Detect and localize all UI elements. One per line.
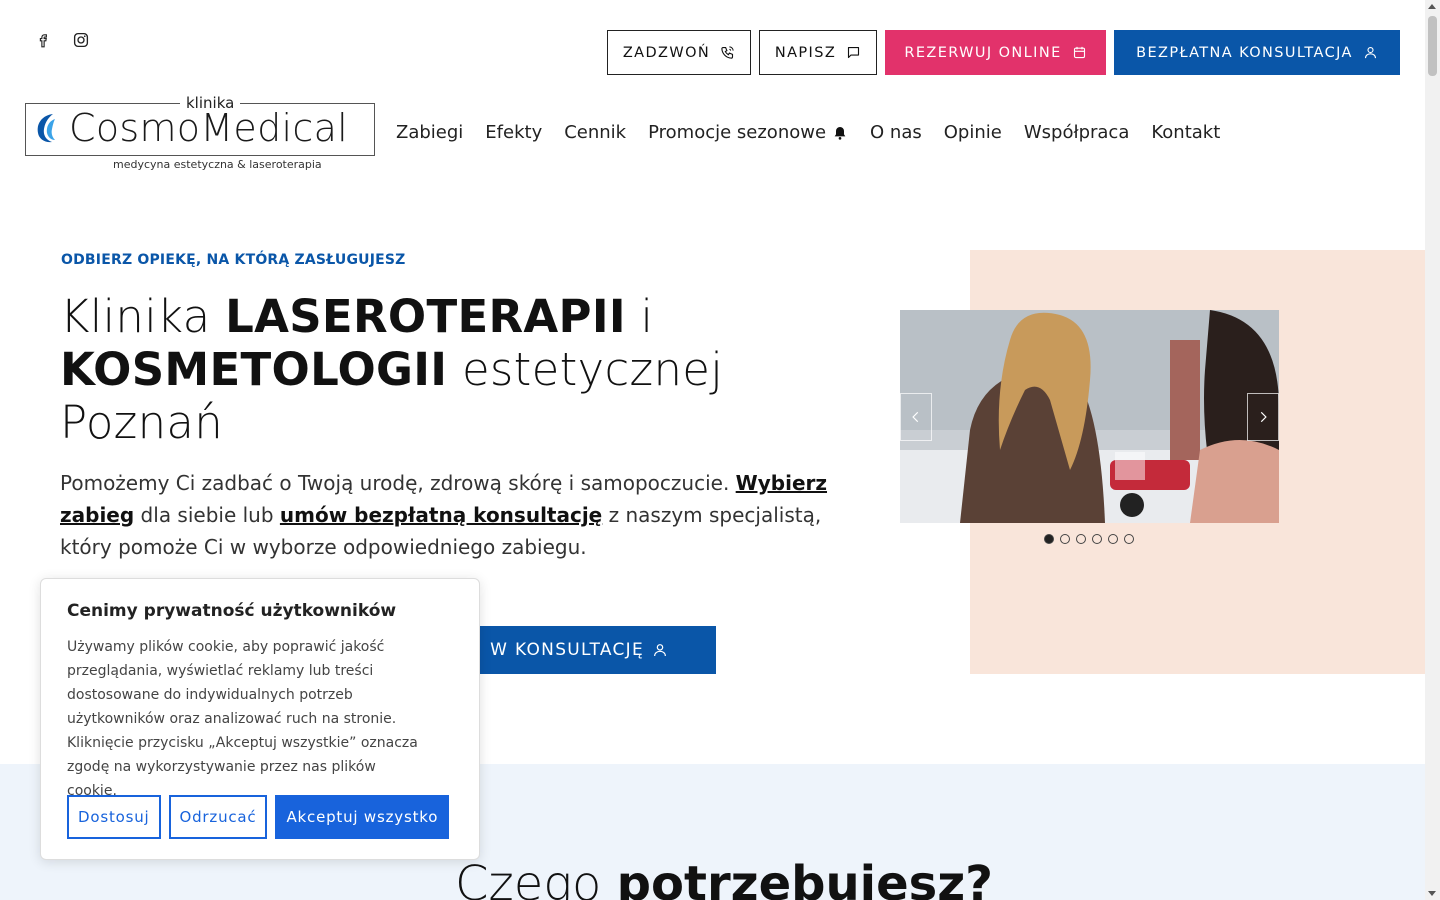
- wave-logo-icon: [37, 114, 55, 143]
- phone-icon: [721, 46, 734, 59]
- main-nav: Zabiegi Efekty Cennik Promocje sezonowe …: [396, 122, 1220, 143]
- nav-item-kontakt[interactable]: Kontakt: [1151, 122, 1220, 143]
- slider-prev-button[interactable]: [900, 393, 932, 441]
- needs-title-part2: potrzebujesz?: [616, 856, 994, 900]
- nav-item-promocje[interactable]: Promocje sezonowe: [648, 122, 848, 143]
- logo-name: CosmoMedical: [69, 106, 349, 150]
- slider-dot-6[interactable]: [1124, 534, 1134, 544]
- scrollbar-thumb[interactable]: [1428, 16, 1437, 76]
- free-consultation-label: BEZPŁATNA KONSULTACJA: [1136, 44, 1353, 61]
- scroll-up-arrow-icon[interactable]: [1428, 4, 1436, 9]
- slider-dots: [1044, 534, 1134, 544]
- cookie-customize-button[interactable]: Dostosuj: [67, 795, 161, 839]
- chevron-right-icon: [1260, 411, 1267, 423]
- logo-brand: CosmoMedical: [33, 106, 348, 150]
- needs-section-title: Czego potrzebujesz?: [455, 856, 993, 900]
- book-online-button[interactable]: REZERWUJ ONLINE: [885, 30, 1106, 75]
- nav-item-promocje-label: Promocje sezonowe: [648, 122, 827, 143]
- consultation-cta-label: W KONSULTACJĘ: [490, 640, 644, 660]
- instagram-icon[interactable]: [71, 30, 91, 50]
- slider-dot-1[interactable]: [1044, 534, 1054, 544]
- call-button-label: ZADZWOŃ: [622, 44, 711, 61]
- top-actions: ZADZWOŃ NAPISZ REZERWUJ ONLINE BEZPŁATNA…: [607, 30, 1400, 75]
- social-links: [33, 30, 91, 50]
- cookie-accept-all-button[interactable]: Akceptuj wszystko: [275, 795, 450, 839]
- calendar-icon: [1073, 46, 1085, 59]
- call-button[interactable]: ZADZWOŃ: [607, 30, 751, 75]
- nav-item-wspolpraca[interactable]: Współpraca: [1024, 122, 1130, 143]
- slider-dot-3[interactable]: [1076, 534, 1086, 544]
- book-online-label: REZERWUJ ONLINE: [904, 44, 1062, 61]
- slider-photo: [900, 310, 1279, 523]
- needs-title-part1: Czego: [455, 856, 617, 900]
- slider-dot-2[interactable]: [1060, 534, 1070, 544]
- book-consultation-link[interactable]: umów bezpłatną konsultację: [280, 503, 602, 527]
- chevron-left-icon: [912, 411, 919, 423]
- hero-title-part4: KOSMETOLOGII: [60, 343, 448, 396]
- cookie-title: Cenimy prywatność użytkowników: [67, 601, 397, 621]
- hero-intro-part2: dla siebie lub: [134, 503, 280, 527]
- free-consultation-button[interactable]: BEZPŁATNA KONSULTACJA: [1114, 30, 1400, 75]
- slider-next-button[interactable]: [1247, 393, 1279, 441]
- hero-title-part2: LASEROTERAPII: [225, 290, 626, 343]
- slider-dot-5[interactable]: [1108, 534, 1118, 544]
- hero-eyebrow: ODBIERZ OPIEKĘ, NA KTÓRĄ ZASŁUGUJESZ: [61, 252, 406, 268]
- hero-intro-part1: Pomożemy Ci zadbać o Twoją urodę, zdrową…: [60, 471, 736, 495]
- user-icon: [654, 644, 666, 657]
- scroll-down-arrow-icon[interactable]: [1428, 891, 1436, 896]
- message-icon: [848, 46, 860, 59]
- hero-title-part1: Klinika: [60, 290, 226, 343]
- cookie-consent-banner: Cenimy prywatność użytkowników Używamy p…: [40, 578, 480, 860]
- cookie-text: Używamy plików cookie, aby poprawić jako…: [67, 639, 418, 799]
- cookie-reject-button[interactable]: Odrzucać: [168, 795, 268, 839]
- hero-intro: Pomożemy Ci zadbać o Twoją urodę, zdrową…: [60, 467, 860, 563]
- page-scrollbar[interactable]: [1425, 0, 1440, 900]
- hero-title-part3: i: [625, 290, 654, 343]
- cookie-buttons: Dostosuj Odrzucać Akceptuj wszystko: [67, 795, 450, 839]
- nav-item-zabiegi[interactable]: Zabiegi: [396, 122, 463, 143]
- site-logo[interactable]: klinika CosmoMedical medycyna estetyczna…: [25, 94, 375, 174]
- consultation-cta-button[interactable]: W KONSULTACJĘ: [440, 626, 716, 674]
- facebook-icon[interactable]: [33, 30, 53, 50]
- bell-icon: [834, 126, 846, 140]
- write-button-label: NAPISZ: [774, 44, 837, 61]
- nav-item-o-nas[interactable]: O nas: [870, 122, 922, 143]
- nav-item-opinie[interactable]: Opinie: [944, 122, 1002, 143]
- hero-title: Klinika LASEROTERAPII i KOSMETOLOGII est…: [60, 290, 820, 449]
- nav-item-efekty[interactable]: Efekty: [485, 122, 542, 143]
- write-button[interactable]: NAPISZ: [759, 30, 877, 75]
- slider-dot-4[interactable]: [1092, 534, 1102, 544]
- logo-tagline: medycyna estetyczna & laseroterapia: [113, 158, 322, 171]
- user-icon: [1364, 46, 1376, 59]
- nav-item-cennik[interactable]: Cennik: [564, 122, 626, 143]
